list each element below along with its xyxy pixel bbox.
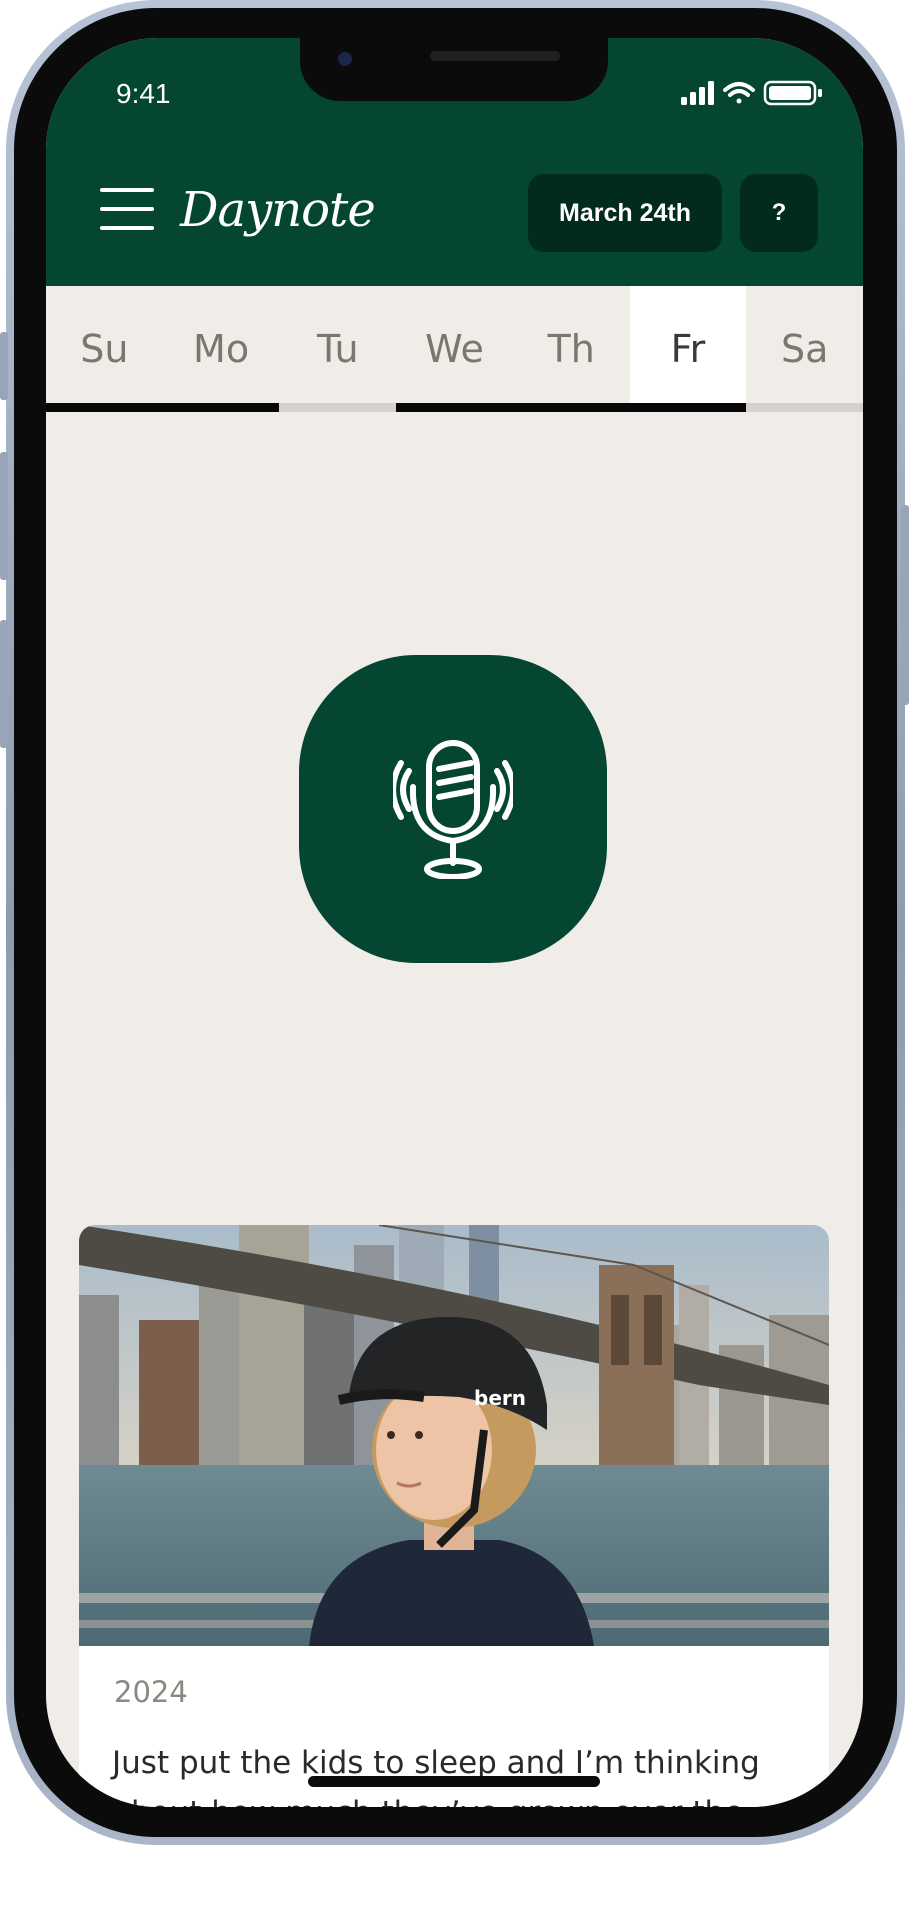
status-time: 9:41 bbox=[116, 78, 171, 109]
record-voice-button[interactable] bbox=[299, 655, 607, 963]
cellular-signal-icon bbox=[681, 81, 714, 105]
hamburger-menu-icon[interactable] bbox=[100, 188, 154, 230]
memory-photo: bern bbox=[79, 1225, 829, 1646]
wifi-icon bbox=[723, 82, 755, 104]
day-progress-bar bbox=[396, 403, 513, 412]
day-progress-bar bbox=[162, 403, 280, 412]
day-progress-bar bbox=[512, 403, 630, 412]
tab-day-tu[interactable]: Tu bbox=[279, 286, 397, 412]
battery-icon bbox=[763, 80, 822, 106]
memory-year: 2024 bbox=[114, 1675, 188, 1709]
weekday-tabs: Su Mo Tu We Th Fr Sa bbox=[46, 286, 863, 412]
day-progress-bar bbox=[279, 403, 397, 412]
tab-day-fr[interactable]: Fr bbox=[629, 286, 747, 412]
volume-down-button bbox=[0, 620, 8, 748]
front-camera bbox=[338, 52, 352, 66]
tab-day-label: Th bbox=[547, 327, 595, 371]
tab-day-label: Su bbox=[80, 327, 129, 371]
earpiece-speaker bbox=[430, 51, 560, 61]
svg-text:bern: bern bbox=[474, 1386, 526, 1410]
day-progress-bar bbox=[746, 403, 863, 412]
app-screen: 9:41 Daynote March 24th ? Su Mo Tu We Th… bbox=[46, 38, 863, 1807]
device-notch bbox=[300, 38, 608, 101]
mute-switch bbox=[0, 332, 8, 400]
tab-day-mo[interactable]: Mo bbox=[162, 286, 280, 412]
tab-day-label: We bbox=[425, 327, 484, 371]
tab-day-we[interactable]: We bbox=[396, 286, 513, 412]
volume-up-button bbox=[0, 452, 8, 580]
power-button bbox=[901, 505, 909, 705]
status-icons bbox=[681, 80, 822, 106]
tab-day-label: Sa bbox=[780, 327, 829, 371]
date-picker-button[interactable]: March 24th bbox=[528, 174, 722, 252]
day-progress-bar bbox=[46, 403, 163, 412]
memory-text: Just put the kids to sleep and I’m think… bbox=[112, 1745, 760, 1807]
day-progress-bar bbox=[629, 403, 747, 412]
app-logo: Daynote bbox=[180, 182, 376, 238]
tab-day-th[interactable]: Th bbox=[512, 286, 630, 412]
home-indicator[interactable] bbox=[308, 1776, 600, 1787]
tab-day-su[interactable]: Su bbox=[46, 286, 163, 412]
help-button[interactable]: ? bbox=[740, 174, 818, 252]
memory-card[interactable]: bern 2024 Just put the kids to sleep and… bbox=[79, 1225, 829, 1807]
tab-day-label: Mo bbox=[193, 327, 250, 371]
microphone-icon bbox=[393, 740, 513, 879]
tab-day-sa[interactable]: Sa bbox=[746, 286, 863, 412]
tab-day-label: Fr bbox=[670, 327, 706, 371]
tab-day-label: Tu bbox=[317, 327, 359, 371]
